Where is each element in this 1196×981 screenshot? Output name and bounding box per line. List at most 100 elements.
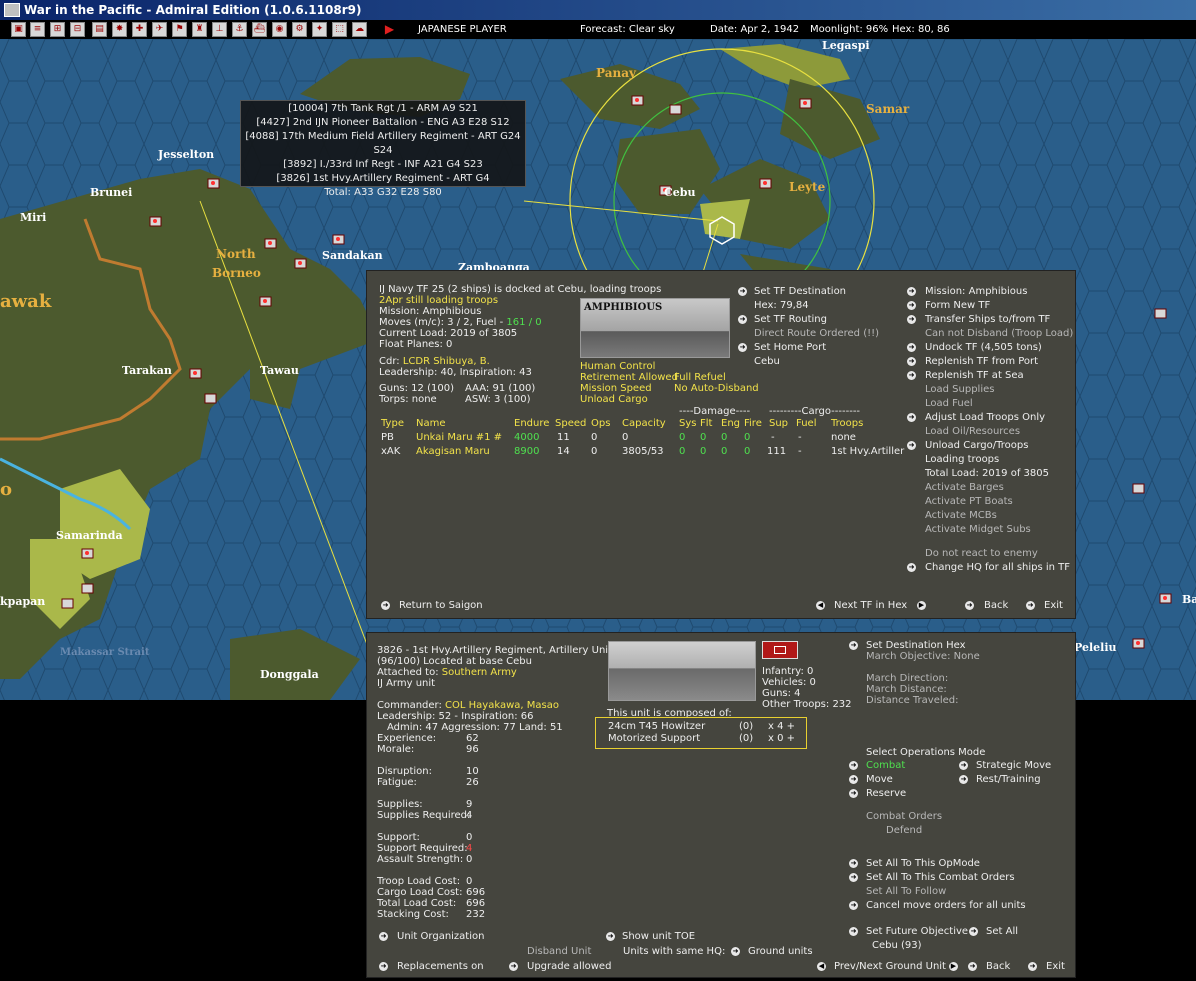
arrow-icon[interactable]: ➜ <box>738 315 747 324</box>
menu-mission[interactable]: Mission: Amphibious <box>925 286 1027 298</box>
arrow-icon[interactable]: ➜ <box>907 301 916 310</box>
set-tf-routing[interactable]: Set TF Routing <box>754 314 827 326</box>
list-icon[interactable]: ≡ <box>30 22 45 37</box>
set-all-button[interactable]: Set All <box>986 926 1018 938</box>
arrow-icon[interactable]: ➜ <box>907 287 916 296</box>
arrow-icon[interactable]: ➜ <box>907 343 916 352</box>
research-icon[interactable]: ⚙ <box>292 22 307 37</box>
tf-commander-name[interactable]: LCDR Shibuya, B. <box>403 356 490 367</box>
set-tf-destination[interactable]: Set TF Destination <box>754 286 846 298</box>
mode-rest[interactable]: Rest/Training <box>976 774 1041 786</box>
menu-unload-cargo[interactable]: Unload Cargo/Troops <box>925 440 1028 452</box>
arrow-icon[interactable]: ➜ <box>968 962 977 971</box>
menu-adjust-load[interactable]: Adjust Load Troops Only <box>925 412 1045 424</box>
map-icon[interactable]: ▣ <box>11 22 26 37</box>
options-icon[interactable]: ✦ <box>312 22 327 37</box>
arrow-icon[interactable]: ➜ <box>381 601 390 610</box>
port-icon[interactable]: ⚓ <box>232 22 247 37</box>
upgrade-allowed[interactable]: Upgrade allowed <box>527 961 611 973</box>
arrow-icon[interactable]: ➜ <box>965 601 974 610</box>
overlay-icon[interactable]: ⬚ <box>332 22 347 37</box>
tf-exit-button[interactable]: Exit <box>1044 600 1063 612</box>
menu-replenish-port[interactable]: Replenish TF from Port <box>925 356 1038 368</box>
hq-icon[interactable]: ♜ <box>192 22 207 37</box>
mode-combat[interactable]: Combat <box>866 760 905 772</box>
arrow-icon[interactable]: ➜ <box>849 859 858 868</box>
return-to-saigon[interactable]: Return to Saigon <box>399 600 483 612</box>
group-icon[interactable]: ⊟ <box>70 22 85 37</box>
select-ops-mode: Select Operations Mode <box>866 747 986 758</box>
arrow-icon[interactable]: ➜ <box>907 441 916 450</box>
arrow-icon[interactable]: ➜ <box>959 775 968 784</box>
arrow-icon[interactable]: ➜ <box>907 371 916 380</box>
arrow-icon[interactable]: ➜ <box>907 357 916 366</box>
attached-hq[interactable]: Southern Army <box>442 667 517 678</box>
arrow-icon[interactable]: ➜ <box>849 761 858 770</box>
mode-move[interactable]: Move <box>866 774 893 786</box>
arrow-icon[interactable]: ➜ <box>379 932 388 941</box>
report-icon[interactable]: ▤ <box>92 22 107 37</box>
base-icon[interactable]: ◉ <box>272 22 287 37</box>
convoy-icon[interactable]: ⛴ <box>252 22 267 37</box>
show-unit-toe[interactable]: Show unit TOE <box>622 931 695 943</box>
unit-exit-button[interactable]: Exit <box>1046 961 1065 973</box>
arrow-icon[interactable]: ➜ <box>849 927 858 936</box>
menu-change-hq[interactable]: Change HQ for all ships in TF <box>925 562 1070 574</box>
flag-icon[interactable]: ✸ <box>112 22 127 37</box>
mode-strategic[interactable]: Strategic Move <box>976 760 1051 772</box>
commander-name[interactable]: COL Hayakawa, Masao <box>445 700 559 711</box>
arrow-icon[interactable]: ➜ <box>907 315 916 324</box>
cancel-move-orders[interactable]: Cancel move orders for all units <box>866 900 1026 912</box>
arrow-icon[interactable]: ➜ <box>1026 601 1035 610</box>
replacements-on[interactable]: Replacements on <box>397 961 484 973</box>
arrow-icon[interactable]: ➜ <box>907 413 916 422</box>
ship-list-icon[interactable]: ⊞ <box>50 22 65 37</box>
set-all-opmode[interactable]: Set All To This OpMode <box>866 858 980 870</box>
set-future-objective[interactable]: Set Future Objective <box>866 926 968 938</box>
menu-replenish-sea[interactable]: Replenish TF at Sea <box>925 370 1024 382</box>
menu-undock[interactable]: Undock TF (4,505 tons) <box>925 342 1042 354</box>
arrow-icon[interactable]: ➜ <box>849 873 858 882</box>
ground-units[interactable]: Ground units <box>748 946 813 958</box>
next-arrow-icon[interactable]: ▶ <box>917 601 926 610</box>
mode-reserve[interactable]: Reserve <box>866 788 906 800</box>
prev-arrow-icon[interactable]: ◀ <box>816 601 825 610</box>
arrow-icon[interactable]: ➜ <box>738 343 747 352</box>
arrow-icon[interactable]: ➜ <box>849 901 858 910</box>
unit-organization[interactable]: Unit Organization <box>397 931 484 943</box>
prev-next-ground-unit[interactable]: Prev/Next Ground Unit <box>834 961 946 973</box>
next-arrow-icon[interactable]: ▶ <box>949 962 958 971</box>
arrow-icon[interactable]: ➜ <box>606 932 615 941</box>
cell-name[interactable]: Akagisan Maru <box>416 446 490 458</box>
plane-icon[interactable]: ✈ <box>152 22 167 37</box>
arrow-icon[interactable]: ➜ <box>731 947 740 956</box>
menu-form-new-tf[interactable]: Form New TF <box>925 300 990 312</box>
menu-load-oil: Load Oil/Resources <box>925 426 1021 437</box>
arrow-icon[interactable]: ➜ <box>849 775 858 784</box>
airfield-icon[interactable]: ⊥ <box>212 22 227 37</box>
arrow-icon[interactable]: ➜ <box>509 962 518 971</box>
cell-name[interactable]: Unkai Maru #1 # <box>416 432 502 444</box>
end-turn-icon[interactable]: ▶ <box>382 22 397 37</box>
opt-no-auto-disband[interactable]: No Auto-Disband <box>674 383 759 395</box>
arrow-icon[interactable]: ➜ <box>1028 962 1037 971</box>
pennant-icon[interactable]: ⚑ <box>172 22 187 37</box>
prev-arrow-icon[interactable]: ◀ <box>817 962 826 971</box>
opt-unload-cargo[interactable]: Unload Cargo <box>580 394 648 406</box>
arrow-icon[interactable]: ➜ <box>849 789 858 798</box>
weather-icon[interactable]: ☁ <box>352 22 367 37</box>
arrow-icon[interactable]: ➜ <box>849 641 858 650</box>
arrow-icon[interactable]: ➜ <box>379 962 388 971</box>
set-home-port[interactable]: Set Home Port <box>754 342 826 354</box>
set-all-combat-orders[interactable]: Set All To This Combat Orders <box>866 872 1015 884</box>
next-tf-in-hex[interactable]: Next TF in Hex <box>834 600 907 612</box>
arrow-icon[interactable]: ➜ <box>907 563 916 572</box>
amphibious-label: AMPHIBIOUS <box>584 302 663 313</box>
arrow-icon[interactable]: ➜ <box>738 287 747 296</box>
arrow-icon[interactable]: ➜ <box>959 761 968 770</box>
tf-back-button[interactable]: Back <box>984 600 1008 612</box>
unit-back-button[interactable]: Back <box>986 961 1010 973</box>
cross-icon[interactable]: ✚ <box>132 22 147 37</box>
arrow-icon[interactable]: ➜ <box>969 927 978 936</box>
menu-transfer-ships[interactable]: Transfer Ships to/from TF <box>925 314 1050 326</box>
